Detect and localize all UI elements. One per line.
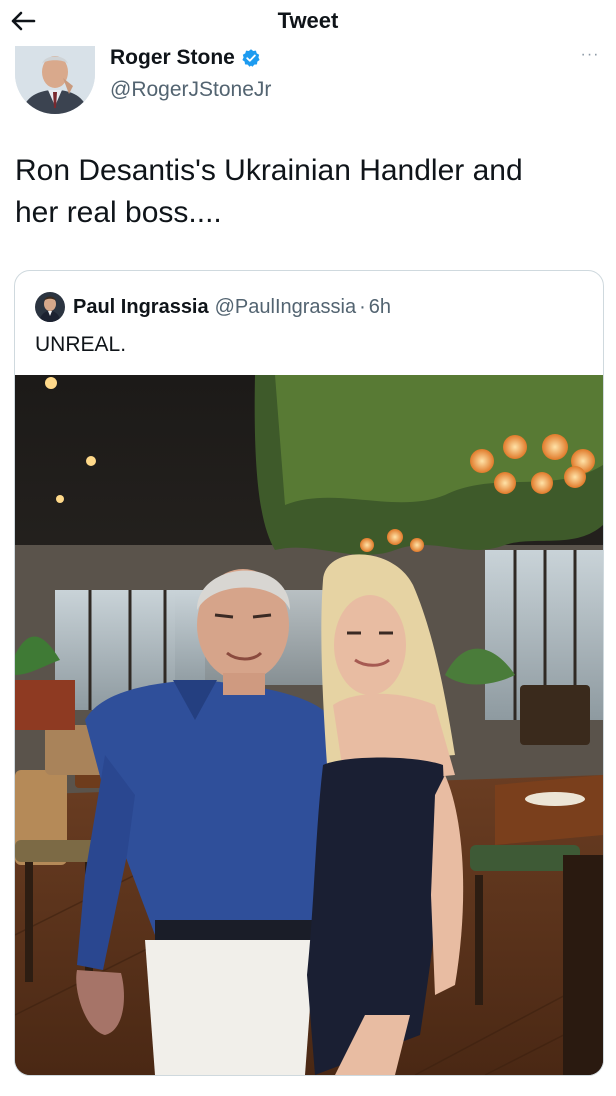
tweet-text-line-2: her real boss.... (15, 196, 222, 229)
tweet-text: Ron Desantis's Ukrainian Handler and her… (15, 150, 605, 234)
quoted-tweet-text: UNREAL. (35, 333, 127, 356)
tweet-text-line-1: Ron Desantis's Ukrainian Handler and (15, 154, 523, 187)
verified-badge-icon (242, 49, 260, 67)
quoted-timestamp[interactable]: 6h (369, 296, 391, 319)
author-handle[interactable]: @RogerJStoneJr (110, 78, 271, 102)
author-name-text: Roger Stone (110, 46, 235, 69)
author-avatar[interactable] (15, 46, 95, 114)
quoted-author-name[interactable]: Paul Ingrassia (73, 296, 209, 319)
top-bar: Tweet (0, 0, 616, 44)
quoted-tweet-card[interactable]: Paul Ingrassia @PaulIngrassia · 6h UNREA… (14, 270, 604, 1076)
quoted-author-avatar[interactable] (35, 292, 65, 322)
more-options-icon[interactable]: ··· (578, 46, 602, 66)
quoted-author-handle[interactable]: @PaulIngrassia (215, 296, 356, 319)
page-title: Tweet (277, 8, 339, 33)
quoted-separator: · (359, 295, 366, 318)
author-name[interactable]: Roger Stone (110, 46, 261, 70)
quoted-tweet-photo[interactable] (15, 375, 603, 1075)
quoted-tweet-header: Paul Ingrassia @PaulIngrassia · 6h (35, 291, 391, 323)
